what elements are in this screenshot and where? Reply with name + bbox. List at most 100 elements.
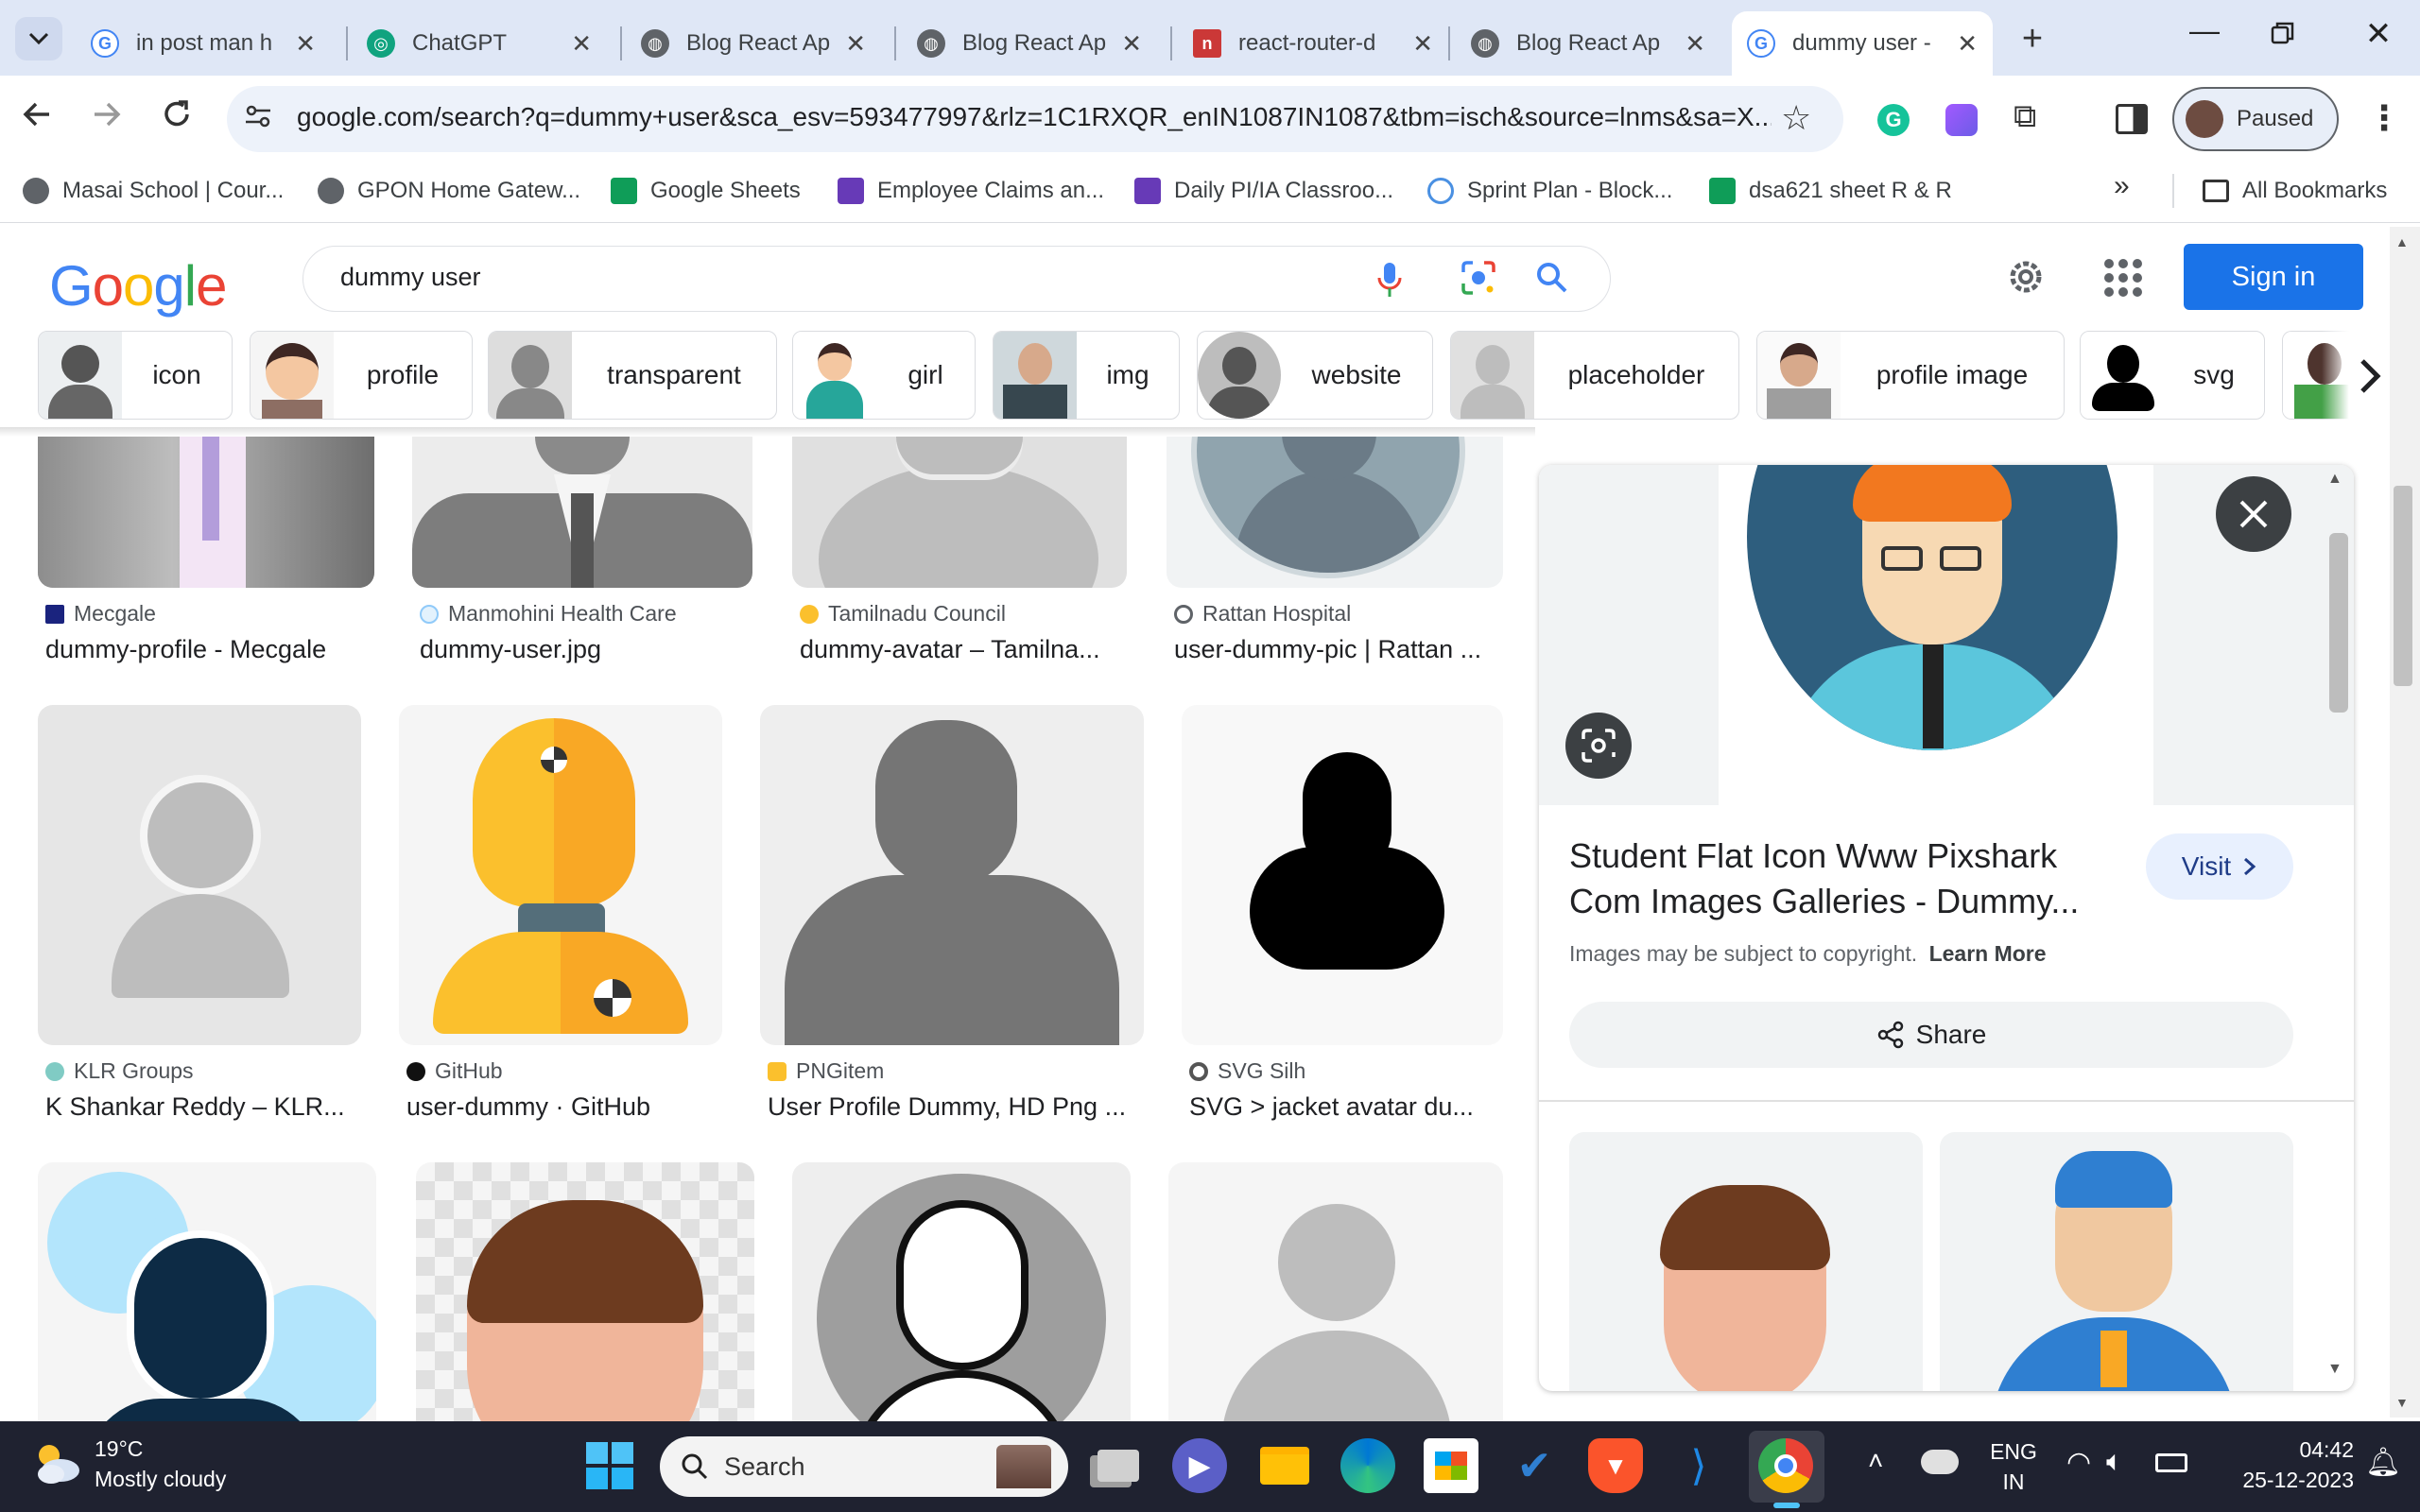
result-image[interactable] (416, 1162, 754, 1421)
result-title[interactable]: K Shankar Reddy – KLR... (45, 1092, 363, 1122)
refine-chip[interactable]: website (1197, 331, 1433, 420)
todo-icon[interactable]: ✔ (1507, 1438, 1562, 1493)
result-title[interactable]: User Profile Dummy, HD Png ... (768, 1092, 1146, 1122)
close-tab-icon[interactable]: ✕ (1685, 29, 1705, 59)
result-source[interactable]: Tamilnadu Council (800, 601, 1006, 627)
all-bookmarks-button[interactable]: All Bookmarks (2203, 172, 2387, 210)
refine-chip[interactable]: icon (38, 331, 233, 420)
google-apps-icon[interactable] (2104, 259, 2142, 297)
battery-icon[interactable] (2155, 1453, 2187, 1472)
site-info-icon[interactable] (242, 100, 280, 138)
page-scrollbar-thumb[interactable] (2394, 486, 2412, 686)
tab[interactable]: n react-router-d ✕ (1178, 11, 1448, 76)
extensions-puzzle-icon[interactable]: ⧉ (2014, 98, 2036, 135)
grammarly-extension-icon[interactable]: G (1877, 104, 1910, 136)
extension-icon[interactable] (1945, 104, 1978, 136)
result-title[interactable]: dummy-profile - Mecgale (45, 635, 376, 664)
panel-scroll-down[interactable]: ▼ (2327, 1361, 2342, 1378)
result-image[interactable] (792, 1162, 1131, 1421)
tab-active[interactable]: G dummy user - ✕ (1732, 11, 1993, 76)
search-icon[interactable] (1535, 261, 1573, 299)
side-panel-icon[interactable] (2116, 104, 2148, 134)
result-image[interactable] (1182, 705, 1503, 1045)
close-tab-icon[interactable]: ✕ (845, 29, 866, 59)
refine-chip[interactable]: img (993, 331, 1180, 420)
bookmark-item[interactable]: Sprint Plan - Block... (1427, 172, 1672, 210)
language-indicator[interactable]: ENG IN (1985, 1436, 2042, 1497)
result-source[interactable]: Manmohini Health Care (420, 601, 677, 627)
bookmark-item[interactable]: dsa621 sheet R & R (1709, 172, 1952, 210)
bookmark-item[interactable]: Employee Claims an... (838, 172, 1104, 210)
onedrive-icon[interactable] (1921, 1450, 1959, 1474)
result-source[interactable]: SVG Silh (1189, 1058, 1305, 1084)
refine-chip[interactable]: transparent (488, 331, 777, 420)
result-source[interactable]: PNGitem (768, 1058, 884, 1084)
close-tab-icon[interactable]: ✕ (571, 29, 592, 59)
close-tab-icon[interactable]: ✕ (1121, 29, 1142, 59)
back-button[interactable] (21, 98, 62, 140)
settings-gear-icon[interactable] (2004, 255, 2049, 301)
panel-scroll-up[interactable]: ▲ (2327, 471, 2342, 488)
tab[interactable]: ◍ Blog React Ap ✕ (1456, 11, 1720, 76)
tab[interactable]: ◎ ChatGPT ✕ (352, 11, 607, 76)
lens-search-image-button[interactable] (1565, 713, 1632, 779)
page-scroll-down[interactable]: ▼ (2395, 1395, 2409, 1410)
close-tab-icon[interactable]: ✕ (1412, 29, 1433, 59)
result-source[interactable]: Mecgale (45, 601, 156, 627)
page-scrollbar[interactable] (2390, 227, 2420, 1418)
related-image[interactable] (1569, 1132, 1923, 1391)
result-source[interactable]: Rattan Hospital (1174, 601, 1351, 627)
result-image[interactable] (760, 705, 1144, 1045)
google-logo[interactable]: Google (49, 253, 228, 318)
close-tab-icon[interactable]: ✕ (295, 29, 316, 59)
result-title[interactable]: user-dummy · GitHub (406, 1092, 724, 1122)
task-view-icon[interactable] (1091, 1438, 1146, 1493)
search-box[interactable] (302, 246, 1611, 312)
close-window-button[interactable]: ✕ (2358, 15, 2399, 62)
result-source[interactable]: KLR Groups (45, 1058, 194, 1084)
result-image[interactable] (1167, 437, 1503, 588)
result-image[interactable] (38, 705, 361, 1045)
lens-search-icon[interactable] (1460, 259, 1499, 299)
search-input[interactable]: dummy user (340, 263, 481, 292)
result-source[interactable]: GitHub (406, 1058, 503, 1084)
result-image[interactable] (792, 437, 1127, 588)
visit-button[interactable]: Visit (2146, 833, 2293, 900)
brave-browser-icon[interactable]: ▼ (1588, 1438, 1643, 1493)
tab-search-button[interactable] (15, 17, 62, 60)
wifi-icon[interactable]: ◠ (2066, 1446, 2091, 1479)
refine-chip[interactable]: girl (792, 331, 976, 420)
close-panel-button[interactable] (2216, 476, 2291, 552)
close-tab-icon[interactable]: ✕ (1957, 29, 1978, 59)
result-title[interactable]: dummy-user.jpg (420, 635, 751, 664)
share-button[interactable]: Share (1569, 1002, 2293, 1068)
reload-button[interactable] (161, 98, 202, 140)
result-title[interactable]: dummy-avatar – Tamilna... (800, 635, 1129, 664)
new-tab-button[interactable]: + (2014, 17, 2051, 60)
taskbar-search-box[interactable]: Search (660, 1436, 1068, 1497)
page-scroll-up[interactable]: ▲ (2395, 234, 2409, 249)
result-image[interactable] (399, 705, 722, 1045)
file-explorer-icon[interactable] (1257, 1438, 1312, 1493)
microsoft-store-icon[interactable] (1424, 1438, 1478, 1493)
profile-button[interactable]: Paused (2172, 87, 2339, 151)
show-hidden-icons-chevron-icon[interactable]: ˄ (1868, 1446, 1883, 1476)
refine-chip[interactable]: svg (2080, 331, 2265, 420)
refine-chip[interactable]: profile image (1756, 331, 2065, 420)
result-title[interactable]: user-dummy-pic | Rattan ... (1174, 635, 1505, 664)
result-image[interactable] (1168, 1162, 1503, 1421)
chips-next-button[interactable] (2322, 329, 2390, 423)
chrome-icon[interactable] (1758, 1438, 1813, 1493)
edge-browser-icon[interactable] (1340, 1438, 1395, 1493)
learn-more-link[interactable]: Learn More (1929, 941, 2047, 966)
preview-title[interactable]: Student Flat Icon Www Pixshark Com Image… (1569, 833, 2108, 924)
bookmark-item[interactable]: GPON Home Gatew... (318, 172, 580, 210)
minimize-button[interactable]: — (2184, 13, 2225, 60)
bookmark-star-icon[interactable]: ☆ (1781, 98, 1811, 138)
restore-button[interactable] (2271, 21, 2312, 59)
more-bookmarks-icon[interactable]: » (2114, 170, 2130, 202)
menu-kebab-icon[interactable]: ⋮ (2367, 98, 2401, 138)
result-title[interactable]: SVG > jacket avatar du... (1189, 1092, 1507, 1122)
notifications-bell-icon[interactable]: 🔔︎ (2365, 1446, 2401, 1479)
teams-chat-icon[interactable]: ▶ (1172, 1438, 1227, 1493)
